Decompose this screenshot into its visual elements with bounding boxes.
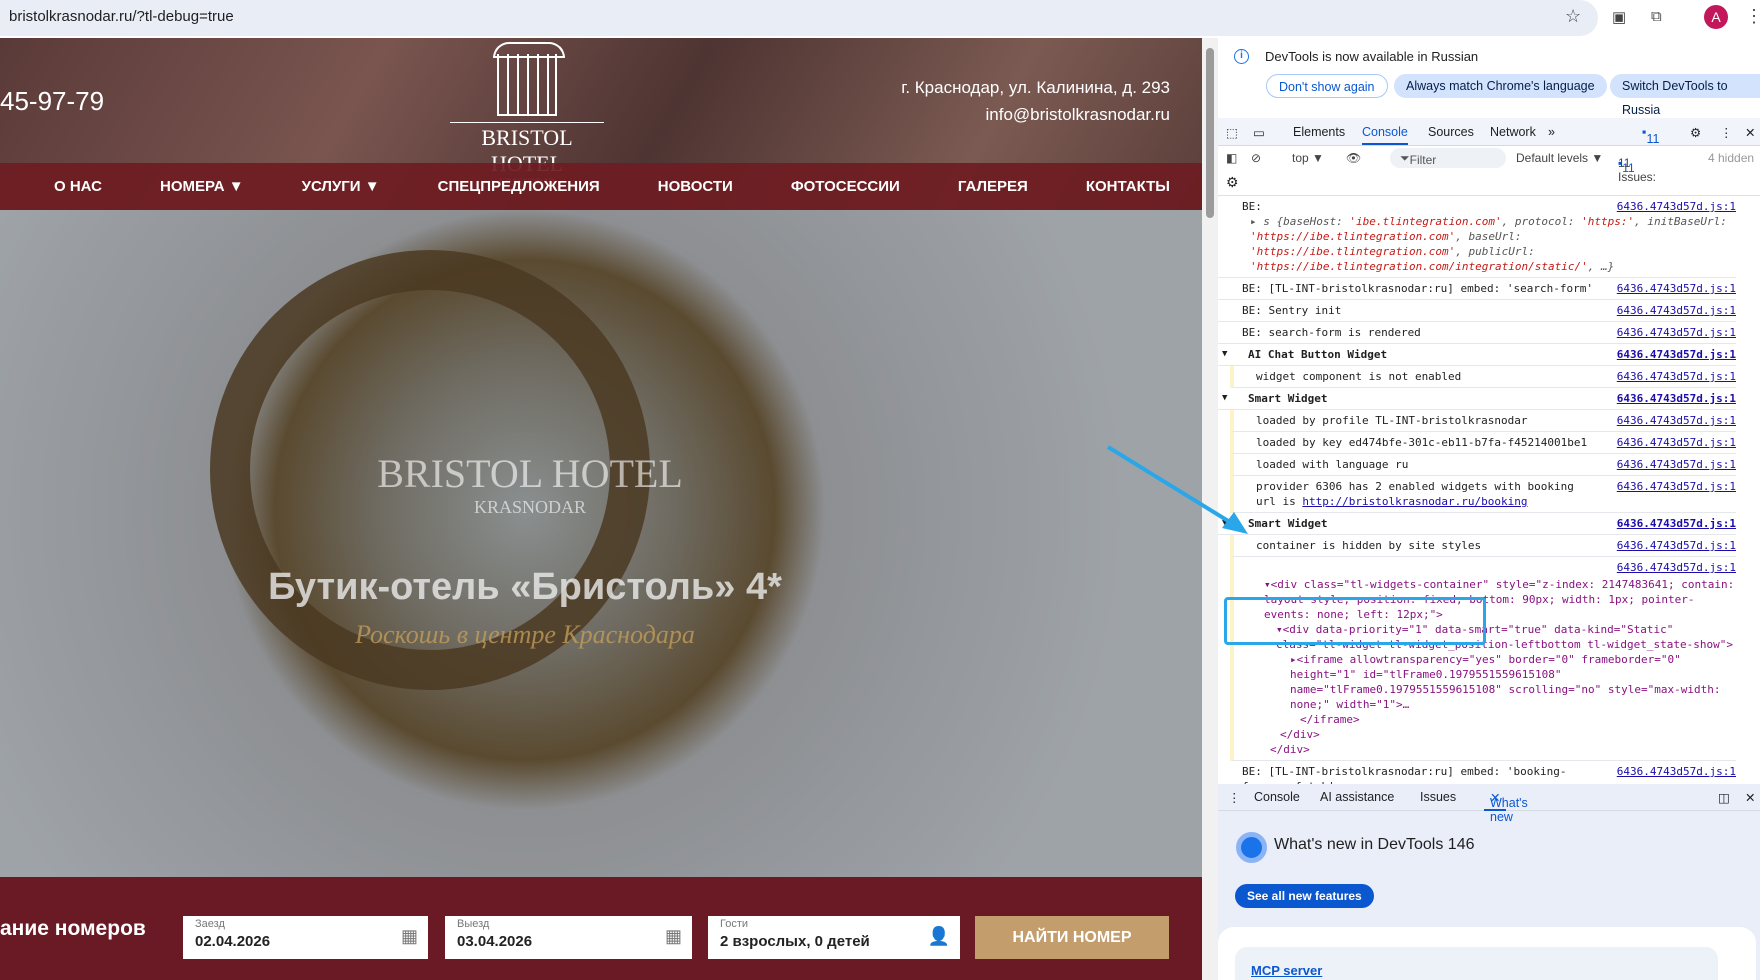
- url-field[interactable]: bristolkrasnodar.ru/?tl-debug=true: [9, 8, 234, 25]
- whats-new-title: What's new in DevTools 146: [1274, 836, 1475, 853]
- website-viewport: 45-97-79 BRISTOL HOTEL KRASNODAR г. Крас…: [0, 38, 1202, 980]
- filter-input[interactable]: ⏷ Filter: [1390, 148, 1506, 168]
- nav-rooms[interactable]: НОМЕРА ▼: [160, 178, 244, 195]
- more-tabs-icon[interactable]: »: [1548, 125, 1555, 139]
- browser-menu-icon[interactable]: ⋮: [1745, 6, 1760, 27]
- console-log: BE: 6436.4743d57d.js:1 ▸ s {baseHost: 'ib…: [1218, 196, 1760, 798]
- nav-services[interactable]: УСЛУГИ ▼: [302, 178, 380, 195]
- site-header: 45-97-79 BRISTOL HOTEL KRASNODAR г. Крас…: [0, 38, 1202, 210]
- profile-avatar[interactable]: A: [1704, 5, 1728, 29]
- tab-elements[interactable]: Elements: [1293, 125, 1345, 139]
- bookmark-star-icon[interactable]: ☆: [1565, 6, 1581, 27]
- nav-photoshoots[interactable]: ФОТОСЕССИИ: [791, 178, 900, 195]
- booking-bar: ание номеров Заезд 02.04.2026 ▦ Выезд 03.04…: [0, 877, 1202, 980]
- dock-side-icon[interactable]: ◫: [1718, 790, 1730, 805]
- log-entry: loaded with language ru 6436.4743d57d.js:…: [1230, 454, 1736, 476]
- hotel-address: г. Краснодар, ул. Калинина, д. 293: [901, 78, 1170, 97]
- more-options-icon[interactable]: ⋮: [1720, 125, 1733, 140]
- highlight-box: [1224, 597, 1486, 645]
- info-icon: i: [1234, 49, 1249, 64]
- language-infobar: i DevTools is now available in Russian D…: [1218, 38, 1760, 118]
- settings-gear-icon[interactable]: ⚙: [1690, 125, 1701, 140]
- log-entry: BE: search-form is rendered 6436.4743d57d…: [1218, 322, 1736, 344]
- main-nav: О НАС НОМЕРА ▼ УСЛУГИ ▼ СПЕЦПРЕДЛОЖЕНИЯ …: [0, 163, 1202, 210]
- extensions-puzzle-icon[interactable]: ⧉: [1651, 8, 1662, 25]
- switch-russian-button[interactable]: Switch DevTools to Russia: [1610, 74, 1760, 117]
- extension-icon[interactable]: ▣: [1612, 8, 1626, 26]
- checkin-field[interactable]: Заезд 02.04.2026 ▦: [183, 916, 428, 959]
- building-logo-icon: [493, 42, 565, 116]
- drawer-tab-issues[interactable]: Issues: [1420, 790, 1456, 804]
- infobar-message: DevTools is now available in Russian: [1265, 49, 1479, 64]
- page-scrollbar[interactable]: [1202, 38, 1218, 980]
- hero-subtitle: Роскошь в центре Краснодара: [355, 620, 695, 649]
- nav-contacts[interactable]: КОНТАКТЫ: [1086, 178, 1170, 195]
- drawer-tab-whats-new[interactable]: What's new ✕: [1484, 790, 1528, 824]
- drawer-tab-ai-assistance[interactable]: AI assistance: [1320, 790, 1394, 804]
- chrome-logo-icon: [1236, 832, 1267, 863]
- log-element: 6436.4743d57d.js:1 ▾<div class="tl-widge…: [1230, 557, 1736, 761]
- nav-offers[interactable]: СПЕЦПРЕДЛОЖЕНИЯ: [438, 178, 600, 195]
- hidden-count: 4 hidden: [1708, 151, 1755, 165]
- browser-address-bar: bristolkrasnodar.ru/?tl-debug=true ☆ ▣ ⧉…: [0, 0, 1760, 38]
- hero-title: Бутик-отель «Бристоль» 4*: [268, 566, 782, 608]
- console-toolbar: ◧ ⊘ top ▼ 👁 ⏷ Filter Default levels ▼ 11…: [1218, 146, 1760, 184]
- log-entry: BE: 6436.4743d57d.js:1 ▸ s {baseHost: 'ib…: [1218, 196, 1736, 278]
- see-all-features-button[interactable]: See all new features: [1235, 884, 1374, 908]
- devtools-tabs: ⬚ ▭ Elements Console Sources Network » ▪…: [1218, 118, 1760, 146]
- mcp-server-link[interactable]: MCP server: [1251, 963, 1322, 978]
- log-entry: widget component is not enabled 6436.4743…: [1230, 366, 1736, 388]
- calendar-icon: ▦: [664, 926, 682, 946]
- dont-show-again-button[interactable]: Don't show again: [1266, 74, 1388, 98]
- nav-news[interactable]: НОВОСТИ: [658, 178, 733, 195]
- checkout-field[interactable]: Выезд 03.04.2026 ▦: [445, 916, 692, 959]
- log-group[interactable]: ▼ Smart Widget 6436.4743d57d.js:1: [1218, 388, 1736, 410]
- phone-number[interactable]: 45-97-79: [0, 86, 104, 117]
- nav-about[interactable]: О НАС: [54, 178, 102, 195]
- log-entry: BE: Sentry init 6436.4743d57d.js:1: [1218, 300, 1736, 322]
- log-group[interactable]: ▼ AI Chat Button Widget 6436.4743d57d.js:1: [1218, 344, 1736, 366]
- log-entry: loaded by key ed474bfe-301c-eb11-b7fa-f4…: [1230, 432, 1736, 454]
- booking-url-link[interactable]: http://bristolkrasnodar.ru/booking: [1302, 495, 1527, 508]
- match-language-button[interactable]: Always match Chrome's language: [1394, 74, 1607, 98]
- log-entry: loaded by profile TL-INT-bristolkrasnoda…: [1230, 410, 1736, 432]
- sidebar-toggle-icon[interactable]: ◧: [1226, 151, 1237, 165]
- console-settings-icon[interactable]: ⚙: [1218, 172, 1760, 196]
- close-devtools-icon[interactable]: ✕: [1745, 125, 1755, 140]
- close-drawer-icon[interactable]: ✕: [1745, 790, 1755, 805]
- context-select[interactable]: top ▼: [1292, 151, 1324, 165]
- tab-sources[interactable]: Sources: [1428, 125, 1474, 139]
- devtools-drawer: ⋮ Console AI assistance Issues What's ne…: [1218, 784, 1760, 980]
- log-entry: provider 6306 has 2 enabled widgets with…: [1230, 476, 1736, 513]
- person-icon: 👤: [927, 926, 950, 946]
- log-entry: BE: [TL-INT-bristolkrasnodar:ru] embed: …: [1218, 278, 1736, 300]
- clear-console-icon[interactable]: ⊘: [1251, 151, 1261, 165]
- booking-title: ание номеров: [0, 917, 146, 940]
- tab-console[interactable]: Console: [1362, 125, 1408, 145]
- hero-banner: BRISTOL HOTEL KRASNODAR Бутик-отель «Брис…: [0, 210, 1202, 877]
- live-expression-eye-icon[interactable]: 👁: [1346, 151, 1361, 165]
- hotel-email[interactable]: info@bristolkrasnodar.ru: [901, 101, 1170, 128]
- devtools-panel: i DevTools is now available in Russian D…: [1218, 38, 1760, 980]
- hero-logo: BRISTOL HOTEL KRASNODAR: [377, 451, 683, 517]
- log-entry-highlighted: container is hidden by site styles 6436.4…: [1230, 535, 1736, 557]
- issues-badge[interactable]: ▪ 11: [1642, 125, 1659, 146]
- drawer-menu-icon[interactable]: ⋮: [1228, 790, 1241, 805]
- find-room-button[interactable]: НАЙТИ НОМЕР: [975, 916, 1169, 959]
- nav-gallery[interactable]: ГАЛЕРЕЯ: [958, 178, 1028, 195]
- device-toolbar-icon[interactable]: ▭: [1253, 125, 1265, 140]
- inspect-icon[interactable]: ⬚: [1226, 125, 1238, 140]
- guests-field[interactable]: Гости 2 взрослых, 0 детей 👤: [708, 916, 960, 959]
- drawer-tab-console[interactable]: Console: [1254, 790, 1300, 804]
- log-levels-select[interactable]: Default levels ▼: [1516, 151, 1603, 165]
- tab-network[interactable]: Network: [1490, 125, 1536, 139]
- log-group[interactable]: ▼ Smart Widget 6436.4743d57d.js:1: [1218, 513, 1736, 535]
- calendar-icon: ▦: [400, 926, 418, 946]
